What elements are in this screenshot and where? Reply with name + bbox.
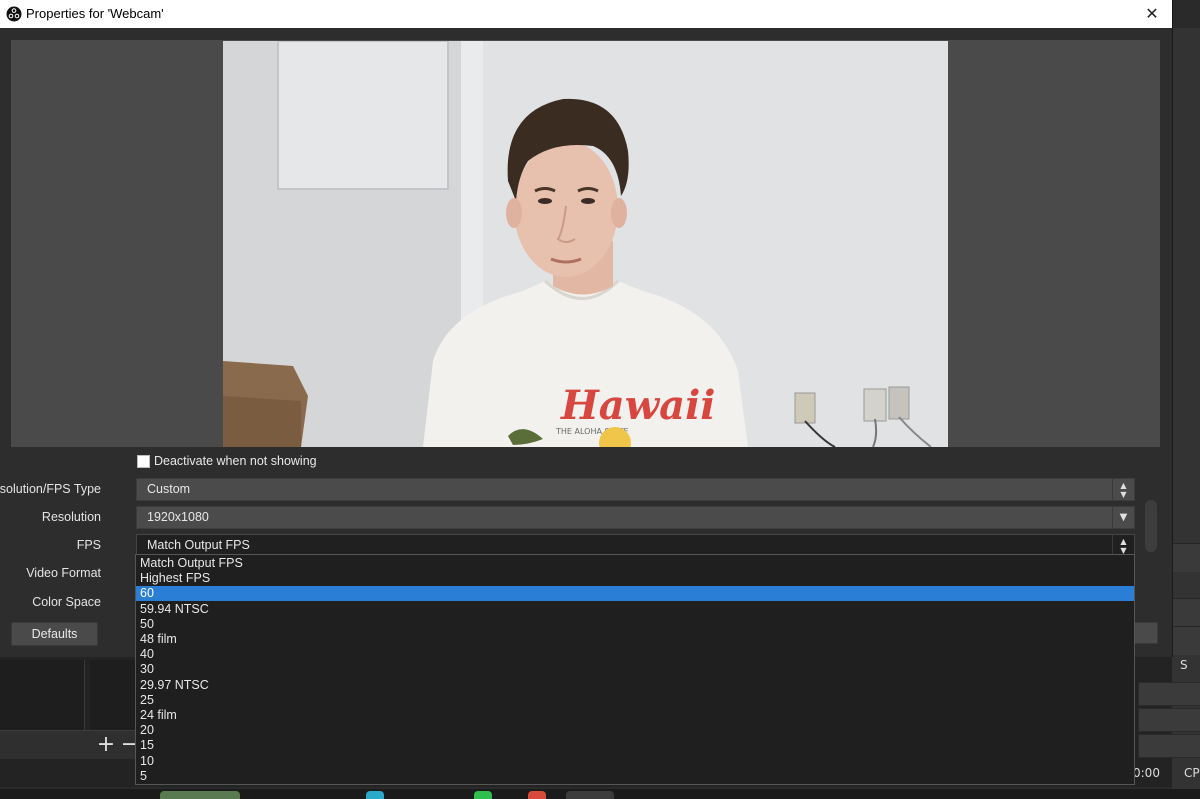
- resolution-fps-type-value: Custom: [147, 482, 191, 496]
- video-format-label: Video Format: [26, 566, 101, 580]
- fps-option-label: Match Output FPS: [140, 556, 243, 570]
- close-icon[interactable]: ✕: [1140, 2, 1164, 26]
- fps-option[interactable]: 10: [136, 754, 1134, 769]
- color-space-label: Color Space: [32, 595, 101, 609]
- resolution-fps-type-select[interactable]: Custom ▲ ▼: [136, 478, 1135, 501]
- fps-option[interactable]: Match Output FPS: [136, 556, 1134, 571]
- fps-option-label: 5: [140, 768, 147, 783]
- fps-option-label: 50: [140, 616, 154, 631]
- fps-option[interactable]: 20: [136, 723, 1134, 738]
- obs-right-label: S: [1180, 658, 1188, 672]
- webcam-preview: Hawaii THE ALOHA STATE: [223, 41, 948, 447]
- properties-scrollbar[interactable]: [1145, 500, 1157, 552]
- fps-dropdown-list[interactable]: Match Output FPS Highest FPS 60 59.94 NTSC 5…: [135, 554, 1135, 785]
- fps-option-label: 30: [140, 662, 154, 677]
- taskbar-obs-icon[interactable]: [566, 791, 614, 799]
- window-title: Properties for 'Webcam': [26, 6, 164, 21]
- sources-toolbar: + −: [0, 730, 139, 759]
- obs-control-button-2[interactable]: [1138, 708, 1200, 732]
- fps-option[interactable]: Highest FPS: [136, 571, 1134, 586]
- fps-option[interactable]: 30: [136, 662, 1134, 677]
- defaults-button[interactable]: Defaults: [11, 622, 98, 646]
- status-cpu: CPl: [1184, 766, 1200, 780]
- taskbar-app-icon[interactable]: [474, 791, 492, 799]
- fps-option[interactable]: 50: [136, 617, 1134, 632]
- fps-option[interactable]: 59.94 NTSC: [136, 602, 1134, 617]
- deactivate-label: Deactivate when not showing: [154, 454, 317, 468]
- title-bar: Properties for 'Webcam' ✕: [0, 0, 1172, 28]
- resolution-value: 1920x1080: [147, 510, 209, 524]
- fps-option-label: 59.94 NTSC: [140, 601, 209, 616]
- fps-option-label: 48 film: [140, 632, 177, 646]
- fps-option[interactable]: 5: [136, 769, 1134, 784]
- fps-value: Match Output FPS: [147, 538, 250, 552]
- taskbar-app-icon[interactable]: [160, 791, 240, 799]
- resolution-fps-type-label: Resolution/FPS Type: [0, 482, 101, 496]
- fps-option[interactable]: 15: [136, 738, 1134, 753]
- fps-option-label: 24 film: [140, 708, 177, 722]
- fps-option-label: 40: [140, 647, 154, 662]
- fps-option-label: 10: [140, 753, 154, 768]
- fps-option[interactable]: 24 film: [136, 708, 1134, 723]
- fps-label: FPS: [76, 538, 101, 552]
- fps-option-label: 20: [140, 723, 154, 738]
- status-time: 0:00: [1133, 766, 1160, 780]
- fps-option-label: 25: [140, 692, 154, 707]
- obs-control-button-3[interactable]: [1138, 734, 1200, 758]
- sources-list[interactable]: [90, 660, 136, 730]
- fps-option-label: 29.97 NTSC: [140, 677, 209, 692]
- scenes-list[interactable]: [0, 660, 85, 730]
- fps-option[interactable]: 60: [136, 586, 1134, 602]
- fps-option-label: 15: [140, 738, 154, 753]
- fps-option[interactable]: 40: [136, 647, 1134, 662]
- obs-logo-icon: [6, 6, 22, 22]
- chevron-down-icon: ▼: [1112, 507, 1134, 528]
- obs-control-button-1[interactable]: [1138, 682, 1200, 706]
- fps-option[interactable]: 29.97 NTSC: [136, 678, 1134, 693]
- deactivate-checkbox[interactable]: [137, 455, 150, 468]
- preview-area: Hawaii THE ALOHA STATE: [11, 40, 1160, 447]
- fps-option-label: Highest FPS: [140, 571, 211, 586]
- fps-option[interactable]: 48 film: [136, 632, 1134, 647]
- taskbar-app-icon[interactable]: [528, 791, 546, 799]
- fps-option-label: 60: [140, 586, 154, 601]
- add-source-icon[interactable]: +: [94, 733, 118, 757]
- taskbar-app-icon[interactable]: [366, 791, 384, 799]
- resolution-label: Resolution: [41, 510, 101, 524]
- updown-chevron-icon: ▲ ▼: [1112, 479, 1134, 500]
- updown-chevron-icon: ▲ ▼: [1112, 535, 1134, 556]
- resolution-select[interactable]: 1920x1080 ▼: [136, 506, 1135, 529]
- fps-option[interactable]: 25: [136, 693, 1134, 708]
- taskbar: [0, 789, 1200, 799]
- shirt-print-text: Hawaii: [560, 382, 715, 429]
- webcam-image: Hawaii THE ALOHA STATE: [223, 41, 948, 447]
